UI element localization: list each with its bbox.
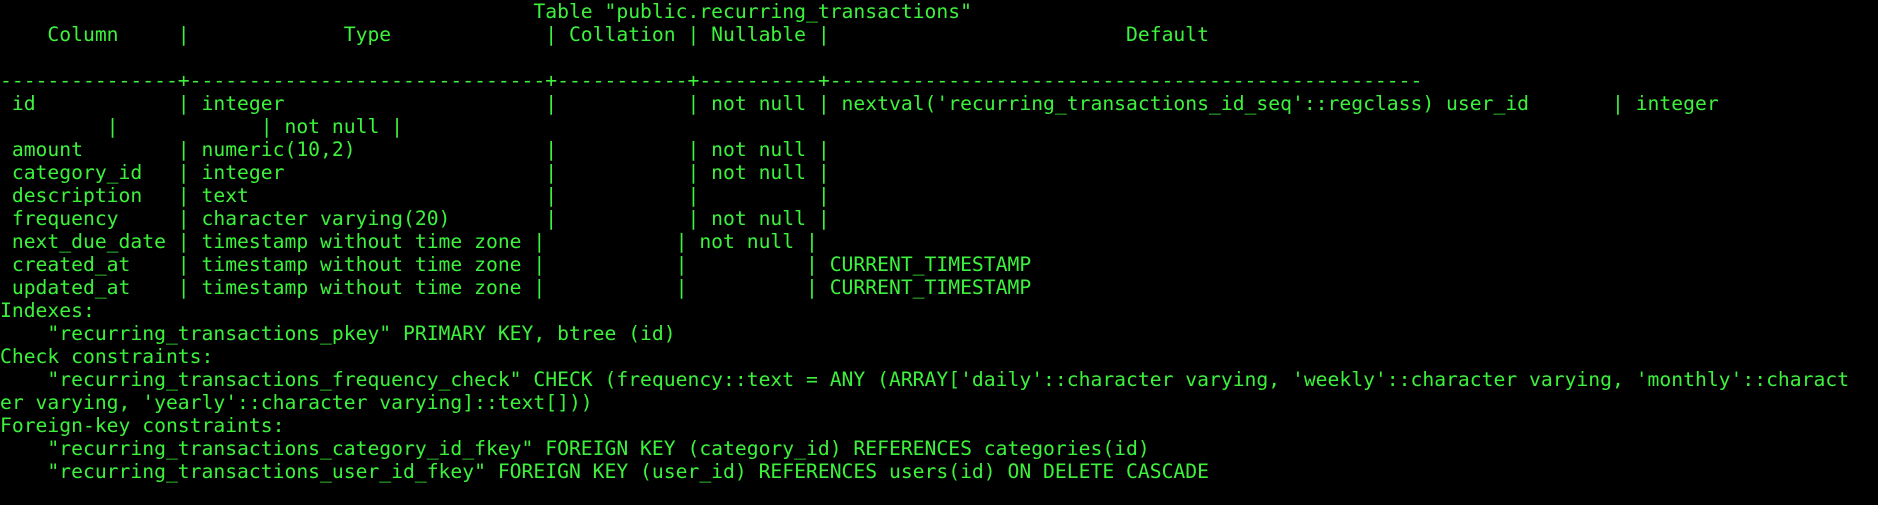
row-created-at: created_at | timestamp without time zone… — [0, 253, 1032, 276]
row-frequency: frequency | character varying(20) | | no… — [0, 207, 830, 230]
check-constraints-heading: Check constraints: — [0, 345, 214, 368]
foreign-key-heading: Foreign-key constraints: — [0, 414, 285, 437]
row-category-id: category_id | integer | | not null | — [0, 161, 830, 184]
check-frequency-constraint: "recurring_transactions_frequency_check"… — [0, 368, 1850, 391]
row-updated-at: updated_at | timestamp without time zone… — [0, 276, 1032, 299]
row-description: description | text | | | — [0, 184, 830, 207]
table-title-line: Table "public.recurring_transactions" — [0, 0, 972, 23]
fkey-category-id: "recurring_transactions_category_id_fkey… — [0, 437, 1150, 460]
index-pkey: "recurring_transactions_pkey" PRIMARY KE… — [0, 322, 676, 345]
fkey-user-id: "recurring_transactions_user_id_fkey" FO… — [0, 460, 1209, 483]
check-frequency-constraint-wrap: er varying, 'yearly'::character varying]… — [0, 391, 593, 414]
row-amount: amount | numeric(10,2) | | not null | — [0, 138, 830, 161]
row-user-id-wrap: | | not null | — [0, 115, 403, 138]
terminal-window[interactable]: Table "public.recurring_transactions" Co… — [0, 0, 1878, 505]
row-id: id | integer | | not null | nextval('rec… — [0, 92, 1719, 115]
header-separator-line: ---------------+------------------------… — [0, 69, 1423, 92]
row-next-due-date: next_due_date | timestamp without time z… — [0, 230, 818, 253]
indexes-heading: Indexes: — [0, 299, 95, 322]
table-header-line: Column | Type | Collation | Nullable | D… — [0, 23, 1209, 46]
